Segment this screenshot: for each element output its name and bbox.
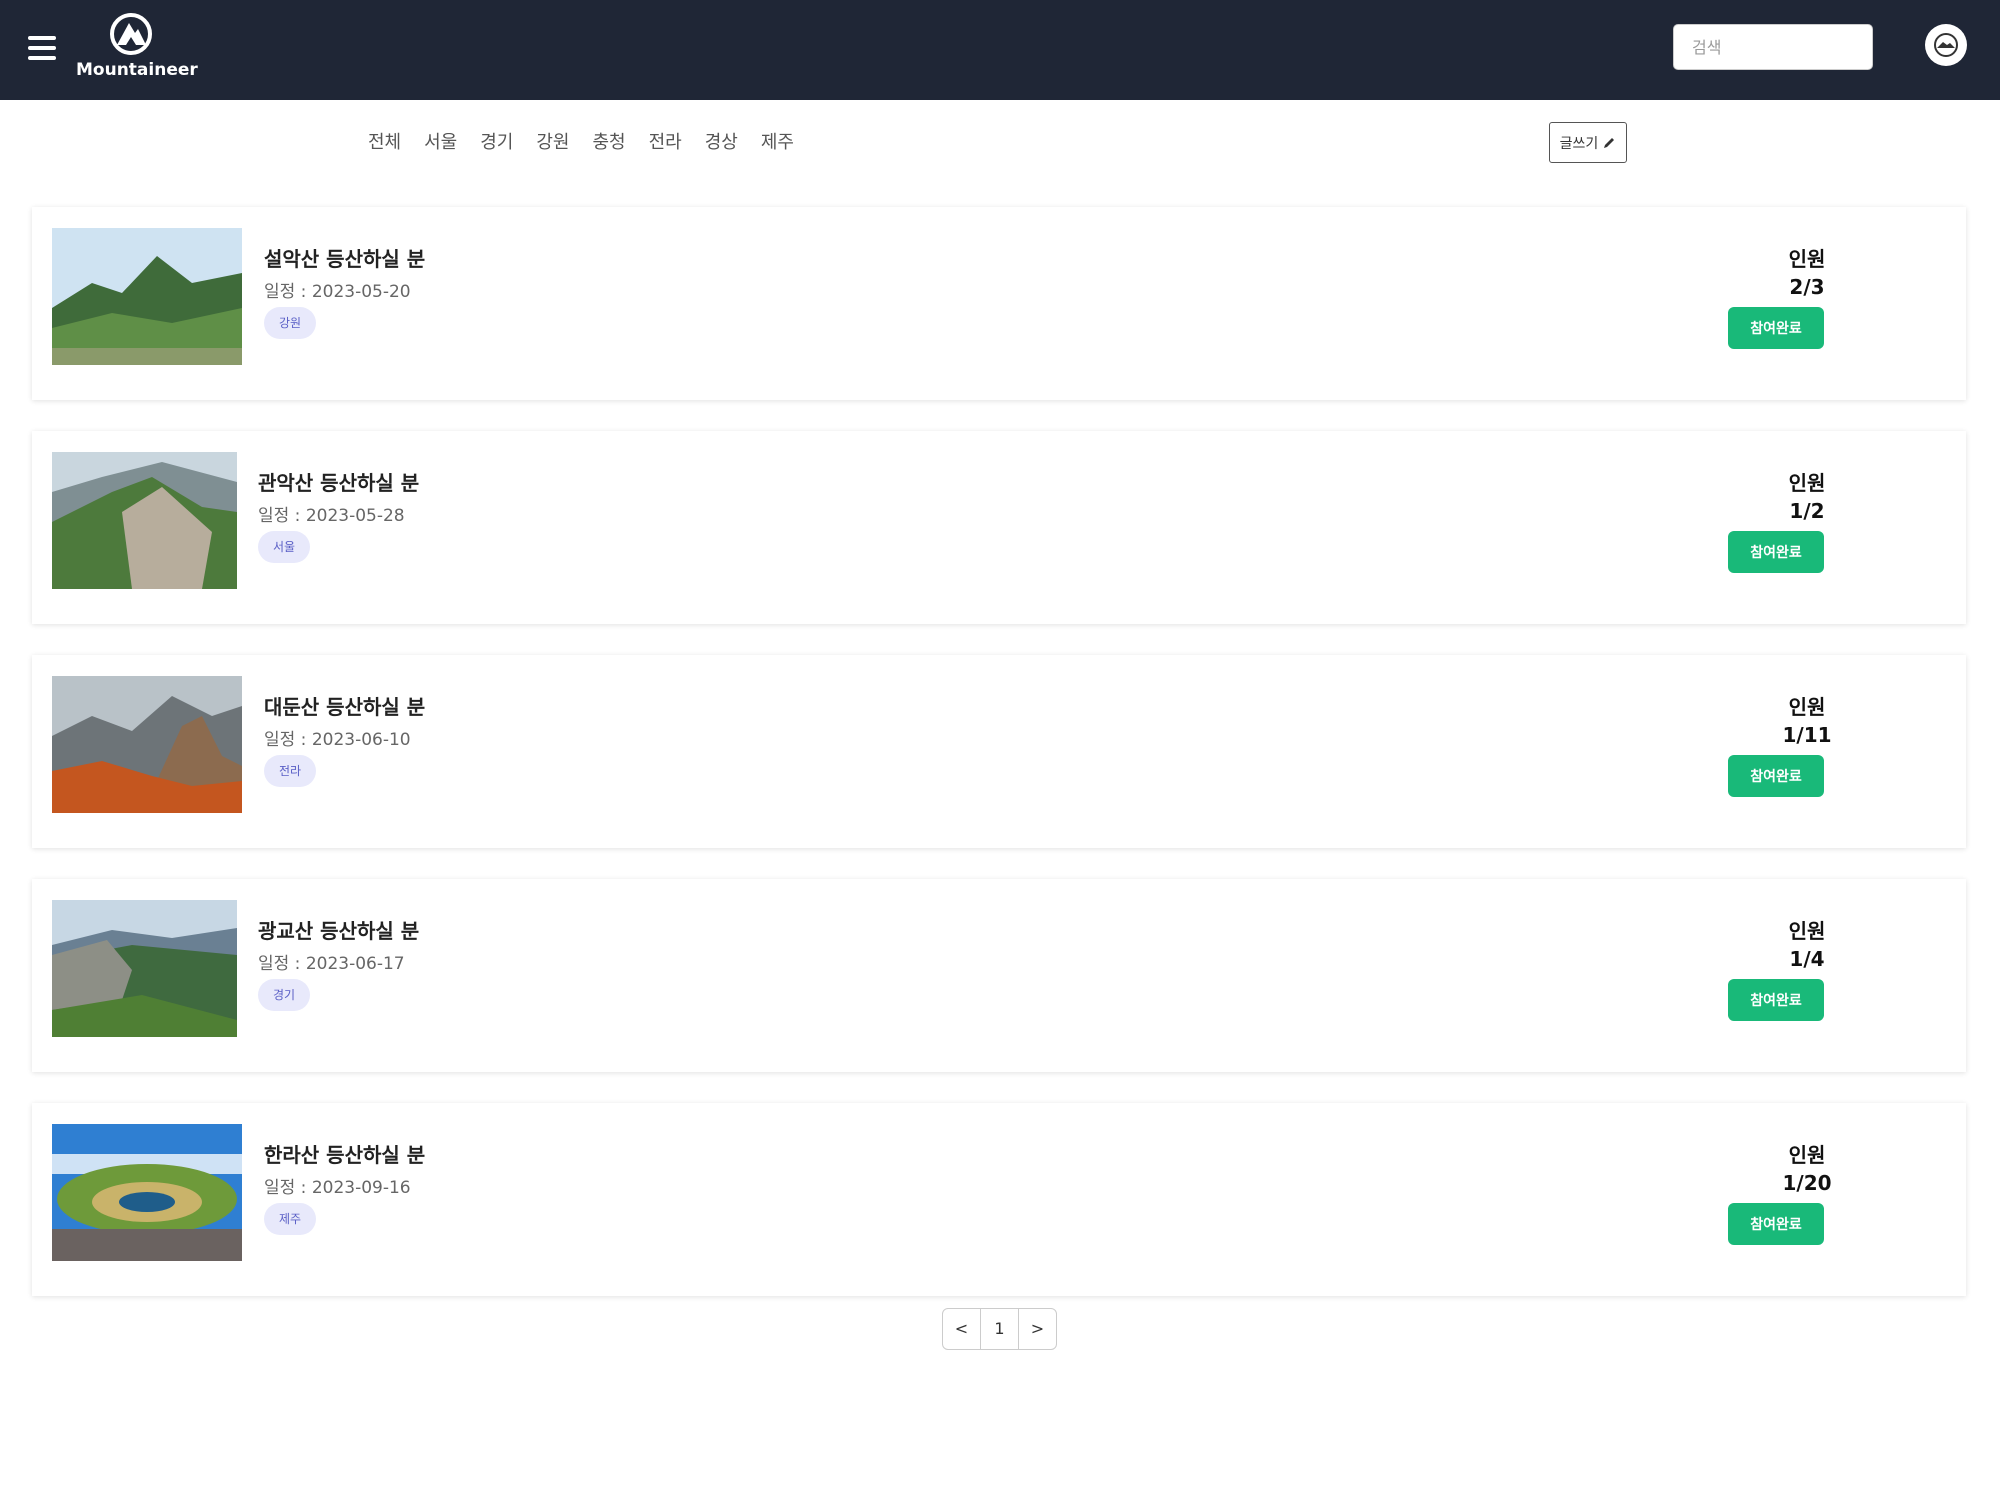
top-navbar: Mountaineer xyxy=(0,0,2000,100)
filter-seoul[interactable]: 서울 xyxy=(424,128,457,158)
post-card[interactable]: 광교산 등산하실 분 일정 : 2023-06-17 경기 인원 1/4 참여완… xyxy=(32,879,1966,1072)
next-page-button[interactable]: > xyxy=(1018,1309,1056,1349)
people-label: 인원 xyxy=(1788,1143,1826,1167)
join-status-button[interactable]: 참여완료 xyxy=(1728,307,1824,349)
search-input[interactable] xyxy=(1673,24,1873,70)
region-filter-bar: 전체 서울 경기 강원 충청 전라 경상 제주 xyxy=(368,128,817,158)
post-card[interactable]: 한라산 등산하실 분 일정 : 2023-09-16 제주 인원 1/20 참여… xyxy=(32,1103,1966,1296)
filter-gyeonggi[interactable]: 경기 xyxy=(480,128,513,158)
post-date: 일정 : 2023-06-17 xyxy=(258,954,405,974)
post-card[interactable]: 관악산 등산하실 분 일정 : 2023-05-28 서울 인원 1/2 참여완… xyxy=(32,431,1966,624)
join-status-button[interactable]: 참여완료 xyxy=(1728,979,1824,1021)
profile-icon xyxy=(1934,33,1958,57)
post-date: 일정 : 2023-09-16 xyxy=(264,1178,411,1198)
join-status-button[interactable]: 참여완료 xyxy=(1728,531,1824,573)
post-list: 설악산 등산하실 분 일정 : 2023-05-20 강원 인원 2/3 참여완… xyxy=(32,207,1966,1327)
post-thumbnail xyxy=(52,452,237,589)
post-title[interactable]: 설악산 등산하실 분 xyxy=(264,243,425,272)
post-title[interactable]: 대둔산 등산하실 분 xyxy=(264,691,425,720)
menu-icon[interactable] xyxy=(28,36,56,60)
filter-gyeongsang[interactable]: 경상 xyxy=(705,128,738,158)
post-thumbnail xyxy=(52,228,242,365)
app-logo[interactable]: Mountaineer xyxy=(76,12,198,82)
post-thumbnail xyxy=(52,1124,242,1261)
filter-jeju[interactable]: 제주 xyxy=(761,128,794,158)
people-label: 인원 xyxy=(1788,471,1826,495)
filter-chungcheong[interactable]: 충청 xyxy=(593,128,626,158)
people-label: 인원 xyxy=(1788,247,1826,271)
region-badge: 전라 xyxy=(264,755,316,787)
people-label: 인원 xyxy=(1788,919,1826,943)
people-count: 1/2 xyxy=(1789,499,1825,523)
avatar[interactable] xyxy=(1925,24,1967,66)
prev-page-button[interactable]: < xyxy=(943,1309,980,1349)
post-title[interactable]: 한라산 등산하실 분 xyxy=(264,1139,425,1168)
region-badge: 경기 xyxy=(258,979,310,1011)
post-card[interactable]: 설악산 등산하실 분 일정 : 2023-05-20 강원 인원 2/3 참여완… xyxy=(32,207,1966,400)
people-count: 1/11 xyxy=(1782,723,1832,747)
post-date: 일정 : 2023-05-28 xyxy=(258,506,405,526)
join-status-button[interactable]: 참여완료 xyxy=(1728,755,1824,797)
post-date: 일정 : 2023-06-10 xyxy=(264,730,411,750)
region-badge: 강원 xyxy=(264,307,316,339)
join-status-button[interactable]: 참여완료 xyxy=(1728,1203,1824,1245)
mountain-logo-icon xyxy=(110,13,152,55)
filter-all[interactable]: 전체 xyxy=(368,128,401,158)
filter-gangwon[interactable]: 강원 xyxy=(536,128,569,158)
logo-text: Mountaineer xyxy=(76,60,198,80)
people-count: 1/4 xyxy=(1789,947,1825,971)
post-thumbnail xyxy=(52,676,242,813)
people-label: 인원 xyxy=(1788,695,1826,719)
write-button-label: 글쓰기 xyxy=(1559,135,1599,152)
post-date: 일정 : 2023-05-20 xyxy=(264,282,411,302)
region-badge: 서울 xyxy=(258,531,310,563)
page-button-current[interactable]: 1 xyxy=(980,1309,1018,1349)
people-count: 2/3 xyxy=(1789,275,1825,299)
post-card[interactable]: 대둔산 등산하실 분 일정 : 2023-06-10 전라 인원 1/11 참여… xyxy=(32,655,1966,848)
people-count: 1/20 xyxy=(1782,1171,1832,1195)
filter-jeolla[interactable]: 전라 xyxy=(649,128,682,158)
region-badge: 제주 xyxy=(264,1203,316,1235)
post-title[interactable]: 관악산 등산하실 분 xyxy=(258,467,419,496)
pagination: < 1 > xyxy=(942,1308,1057,1350)
pencil-icon xyxy=(1604,137,1615,148)
post-thumbnail xyxy=(52,900,237,1037)
write-button[interactable]: 글쓰기 xyxy=(1549,122,1627,163)
post-title[interactable]: 광교산 등산하실 분 xyxy=(258,915,419,944)
